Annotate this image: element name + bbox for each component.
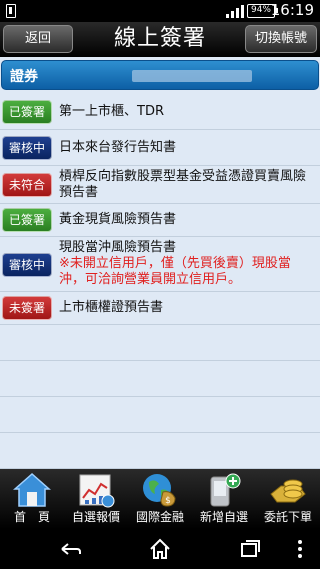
tab-label: 新增自選 [199, 510, 248, 524]
status-badge: 已簽署 [2, 208, 52, 232]
content-area: 證券 已簽署 第一上市櫃、TDR 審核中 日本來台發行告知書 未符合 槓桿反向指… [0, 57, 320, 469]
empty-row [0, 361, 320, 397]
tab-label: 自選報價 [71, 510, 120, 524]
item-title: 日本來台發行告知書 [59, 140, 177, 155]
system-nav-bar [0, 529, 320, 569]
gold-coins-icon [270, 479, 306, 503]
tab-label: 委託下單 [263, 510, 312, 524]
status-badge: 未簽署 [2, 296, 52, 320]
empty-row [0, 433, 320, 469]
list-item[interactable]: 未簽署 上市櫃權證預告書 [0, 292, 320, 325]
status-bar: 94% 16:19 [0, 0, 320, 22]
status-badge: 審核中 [2, 253, 52, 277]
item-title: 第一上市櫃、TDR [59, 104, 164, 119]
tab-watchlist-quotes[interactable]: 自選報價 [64, 469, 128, 529]
page-title: 線上簽署 [113, 26, 206, 51]
back-icon[interactable] [58, 537, 82, 561]
tab-add-watchlist[interactable]: 新增自選 [192, 469, 256, 529]
list-item[interactable]: 審核中 現股當沖風險預告書 ※未開立信用戶，僅（先買後賣）現股當沖，可洽詢營業員… [0, 237, 320, 292]
list-item[interactable]: 已簽署 黃金現貨風險預告書 [0, 204, 320, 237]
home-icon [13, 472, 51, 507]
account-number [132, 70, 252, 82]
clock: 16:19 [270, 1, 314, 19]
quote-chart-icon [79, 474, 115, 508]
list-item[interactable]: 已簽署 第一上市櫃、TDR [0, 94, 320, 130]
signal-icon [226, 5, 244, 18]
item-title: 現股當沖風險預告書 [59, 240, 177, 255]
item-title: 上市櫃權證預告書 [59, 300, 164, 315]
tab-label: 國際金融 [135, 510, 184, 524]
item-note: ※未開立信用戶，僅（先買後賣）現股當沖，可洽詢營業員開立信用戶。 [59, 256, 291, 287]
svg-text:$: $ [165, 496, 171, 506]
switch-account-button[interactable]: 切換帳號 [245, 25, 317, 53]
item-title: 槓桿反向指數股票型基金受益憑證買賣風險預告書 [59, 169, 307, 200]
item-text-block: 現股當沖風險預告書 ※未開立信用戶，僅（先買後賣）現股當沖，可洽詢營業員開立信用… [59, 240, 314, 288]
bottom-tab-bar: 首 頁 自選報價 $ 國際金融 新增自選 委託下單 [0, 469, 320, 529]
tab-home[interactable]: 首 頁 [0, 469, 64, 529]
notification-icon [6, 4, 16, 18]
tab-international-finance[interactable]: $ 國際金融 [128, 469, 192, 529]
empty-row [0, 325, 320, 361]
list-item[interactable]: 審核中 日本來台發行告知書 [0, 130, 320, 166]
title-bar: 返回 線上簽署 切換帳號 [0, 22, 320, 57]
tab-place-order[interactable]: 委託下單 [256, 469, 320, 529]
status-badge: 已簽署 [2, 100, 52, 124]
home-nav-icon[interactable] [148, 537, 172, 561]
account-label: 證券 [10, 69, 38, 85]
status-badge: 審核中 [2, 136, 52, 160]
globe-money-icon: $ [143, 474, 176, 507]
empty-row [0, 397, 320, 433]
tab-label: 首 頁 [13, 510, 50, 524]
recent-apps-icon[interactable] [238, 537, 262, 561]
status-badge: 未符合 [2, 173, 52, 197]
phone-add-icon [210, 473, 241, 507]
item-title: 黃金現貨風險預告書 [59, 212, 177, 227]
document-list: 已簽署 第一上市櫃、TDR 審核中 日本來台發行告知書 未符合 槓桿反向指數股票… [0, 94, 320, 469]
account-bar[interactable]: 證券 [1, 60, 319, 90]
overflow-menu-icon[interactable] [292, 537, 308, 561]
list-item[interactable]: 未符合 槓桿反向指數股票型基金受益憑證買賣風險預告書 [0, 166, 320, 204]
back-button[interactable]: 返回 [3, 25, 73, 53]
